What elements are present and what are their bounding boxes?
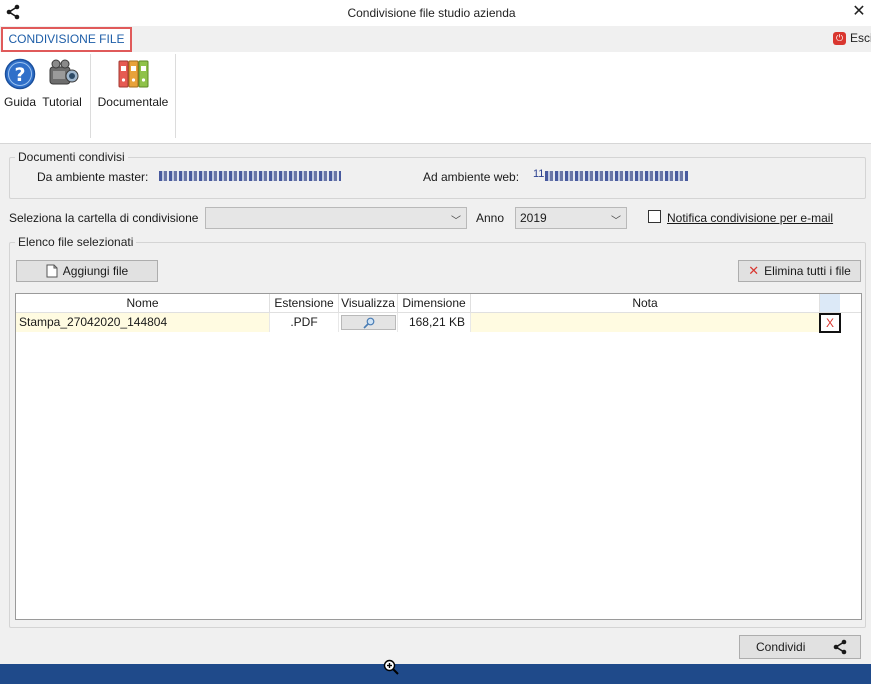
ribbon-separator (175, 54, 176, 138)
help-icon: ? (4, 58, 36, 90)
binders-icon (118, 60, 149, 88)
delete-all-button[interactable]: ✕ Elimina tutti i file (738, 260, 861, 282)
add-file-label: Aggiungi file (62, 264, 129, 278)
camera-icon (49, 59, 79, 85)
close-button[interactable]: ✕ (850, 2, 868, 22)
year-select[interactable]: 2019 ﹀ (515, 207, 627, 229)
column-header-estensione[interactable]: Estensione (270, 294, 339, 312)
table-row-note[interactable] (471, 313, 820, 332)
magnifier-icon (362, 317, 374, 329)
tab-condivisione-file[interactable]: CONDIVISIONE FILE (1, 27, 132, 52)
view-button[interactable] (341, 315, 396, 330)
delete-x-icon: ✕ (748, 263, 760, 278)
master-label: Da ambiente master: (37, 170, 149, 184)
master-path-redacted (159, 171, 341, 181)
column-header-dimensione[interactable]: Dimensione (398, 294, 471, 312)
column-header-delete (820, 294, 840, 312)
column-header-visualizza[interactable]: Visualizza (339, 294, 398, 312)
tutorial-button[interactable]: Tutorial (40, 58, 84, 109)
web-label: Ad ambiente web: (423, 170, 520, 184)
table-row-name[interactable]: Stampa_27042020_144804 (16, 313, 270, 332)
column-header-nota[interactable]: Nota (471, 294, 820, 312)
documentale-button[interactable]: Documentale (95, 58, 171, 109)
guida-label: Guida (3, 95, 37, 109)
folder-select[interactable]: ﹀ (205, 207, 467, 229)
table-row-extension: .PDF (270, 313, 339, 332)
svg-text:?: ? (14, 64, 25, 86)
delete-all-label: Elimina tutti i file (764, 264, 851, 278)
notify-label[interactable]: Notifica condivisione per e-mail (667, 211, 833, 225)
power-icon: ⏻ (833, 31, 846, 45)
shared-docs-title: Documenti condivisi (15, 150, 128, 164)
zoom-cursor-icon (383, 659, 399, 675)
add-file-button[interactable]: Aggiungi file (16, 260, 158, 282)
documentale-label: Documentale (97, 95, 169, 109)
share-button-label: Condividi (756, 640, 806, 654)
row-delete-button[interactable]: X (819, 313, 841, 333)
year-label: Anno (476, 211, 505, 225)
file-grid: Nome Estensione Visualizza Dimensione No… (15, 293, 862, 620)
status-bar (0, 664, 871, 684)
file-icon (46, 264, 58, 278)
chevron-down-icon: ﹀ (451, 216, 461, 227)
exit-button[interactable]: ⏻ Esci (833, 30, 871, 46)
year-value: 2019 (520, 211, 547, 225)
tutorial-label: Tutorial (42, 95, 82, 109)
share-icon (833, 639, 847, 655)
window-title: Condivisione file studio azienda (347, 6, 516, 20)
table-row-size: 168,21 KB (398, 313, 471, 332)
notify-checkbox[interactable] (648, 210, 661, 223)
exit-label: Esci (850, 31, 871, 45)
ribbon: ? Guida Tutorial Documentale (0, 52, 871, 144)
table-row-view-cell (339, 313, 398, 332)
guida-button[interactable]: ? Guida (2, 58, 38, 109)
share-icon[interactable] (5, 4, 21, 20)
web-path-redacted (545, 171, 688, 181)
column-header-nome[interactable]: Nome (16, 294, 270, 312)
ribbon-separator (90, 54, 91, 138)
share-button[interactable]: Condividi (739, 635, 861, 659)
web-path-prefix: 11 (533, 168, 545, 180)
file-list-title: Elenco file selezionati (15, 235, 137, 249)
chevron-down-icon: ﹀ (611, 216, 621, 227)
folder-label: Seleziona la cartella di condivisione (9, 211, 199, 225)
